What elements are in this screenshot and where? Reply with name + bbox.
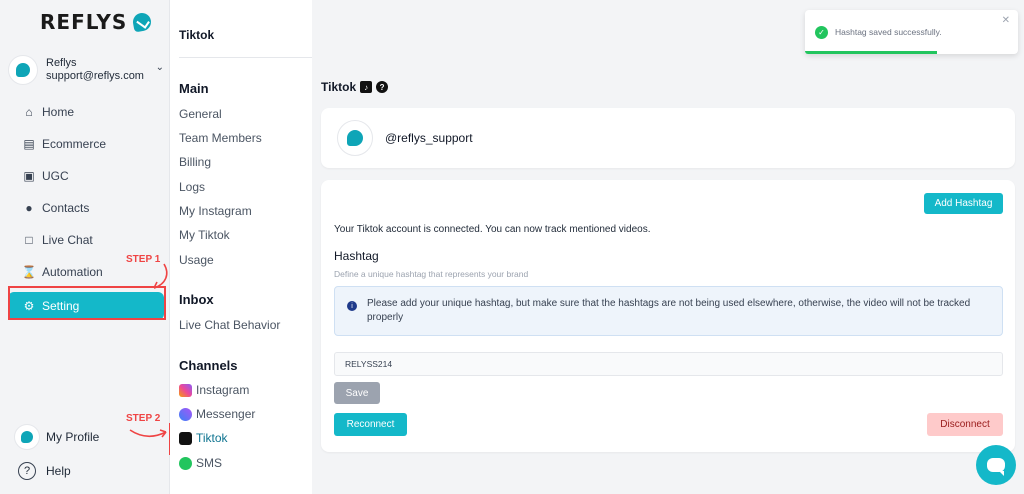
settings-menu: Tiktok Main General Team Members Billing…: [170, 0, 312, 494]
nav-item-label: Home: [42, 105, 75, 119]
hashtag-info-text: Please add your unique hashtag, but make…: [367, 298, 971, 323]
hashtag-hint: Define a unique hashtag that represents …: [334, 269, 529, 279]
tiktok-icon: ♪: [360, 81, 373, 93]
page-title-text: Tiktok: [321, 80, 357, 94]
menu-link-sms[interactable]: SMS: [179, 456, 222, 470]
step2-label: STEP 2: [126, 413, 161, 424]
nav-item-label: UGC: [42, 169, 69, 183]
nav-item-ugc[interactable]: ▣ UGC: [8, 160, 164, 192]
menu-link-my-instagram[interactable]: My Instagram: [179, 204, 252, 218]
menu-link-label: Tiktok: [196, 431, 228, 445]
nav-item-label: Contacts: [42, 201, 90, 215]
menu-section-inbox: Inbox: [179, 292, 214, 307]
disconnect-button[interactable]: Disconnect: [927, 413, 1003, 436]
step2-arrow-icon: [129, 429, 167, 438]
step1-highlight: [8, 286, 166, 320]
avatar: [8, 55, 38, 85]
sms-icon: [179, 456, 192, 470]
success-toast: ✓ Hashtag saved successfully. ✕: [805, 10, 1018, 54]
info-icon: i: [347, 301, 357, 311]
reconnect-button[interactable]: Reconnect: [334, 413, 407, 436]
automation-icon: ⌛: [21, 265, 37, 279]
chevron-down-icon: ⌄: [155, 62, 164, 73]
tiktok-handle: @reflys_support: [385, 131, 473, 145]
chat-icon: □: [25, 233, 33, 247]
menu-link-logs[interactable]: Logs: [179, 180, 205, 194]
menu-divider: [179, 57, 312, 58]
page-title: Tiktok ♪ ?: [321, 80, 389, 94]
toast-message: Hashtag saved successfully.: [835, 27, 942, 37]
step1-arrow-icon: [153, 263, 168, 289]
hashtag-settings-card: Add Hashtag Your Tiktok account is conne…: [321, 180, 1015, 452]
menu-link-general[interactable]: General: [179, 107, 222, 121]
tiktok-icon: [179, 431, 192, 445]
nav-item-contacts[interactable]: ● Contacts: [8, 192, 164, 224]
menu-link-label: Instagram: [196, 383, 250, 397]
add-hashtag-button[interactable]: Add Hashtag: [924, 193, 1003, 214]
brand-mark-icon: [131, 11, 153, 33]
menu-link-usage[interactable]: Usage: [179, 253, 214, 267]
menu-link-billing[interactable]: Billing: [179, 155, 211, 169]
menu-link-live-chat-behavior[interactable]: Live Chat Behavior: [179, 318, 280, 332]
chat-widget-button[interactable]: [976, 445, 1016, 485]
nav-item-ecommerce[interactable]: ▤ Ecommerce: [8, 128, 164, 160]
help-link[interactable]: ? Help: [14, 454, 99, 488]
connection-status-text: Your Tiktok account is connected. You ca…: [334, 224, 651, 235]
toast-progress-bar: [805, 51, 938, 54]
menu-link-label: SMS: [196, 456, 223, 470]
save-button[interactable]: Save: [334, 382, 380, 404]
nav-item-label: Live Chat: [42, 233, 93, 247]
my-profile-link[interactable]: My Profile: [14, 420, 99, 454]
home-icon: ⌂: [25, 105, 33, 119]
instagram-icon: [179, 383, 192, 397]
menu-link-instagram[interactable]: Instagram: [179, 383, 249, 397]
bottom-nav: My Profile ? Help: [14, 420, 99, 488]
account-email: support@reflys.com: [46, 70, 144, 82]
nav-item-label: Ecommerce: [42, 137, 107, 151]
help-icon[interactable]: ?: [376, 81, 389, 93]
image-icon: ▣: [23, 169, 35, 183]
menu-link-label: Messenger: [196, 407, 256, 421]
messenger-icon: [179, 407, 192, 421]
menu-section-channels: Channels: [179, 358, 238, 373]
hashtag-info-box: i Please add your unique hashtag, but ma…: [334, 286, 1003, 336]
menu-title: Tiktok: [179, 28, 215, 42]
menu-link-messenger[interactable]: Messenger: [179, 407, 255, 421]
account-switcher[interactable]: Reflys support@reflys.com ⌄: [8, 52, 166, 88]
nav-item-label: Automation: [42, 265, 103, 279]
account-name: Reflys: [46, 57, 77, 69]
nav-item-home[interactable]: ⌂ Home: [8, 96, 164, 128]
tiktok-profile-card: @reflys_support: [321, 108, 1015, 168]
help-icon: ?: [18, 462, 36, 480]
my-profile-label: My Profile: [46, 430, 100, 444]
help-label: Help: [46, 464, 71, 478]
menu-link-my-tiktok[interactable]: My Tiktok: [179, 228, 230, 242]
brand-name: REFLYS: [40, 10, 128, 34]
hashtag-input[interactable]: RELYSS214: [334, 352, 1003, 376]
menu-section-main: Main: [179, 81, 209, 96]
avatar: [14, 424, 40, 450]
chat-bubble-icon: [987, 458, 1005, 476]
hashtag-label: Hashtag: [334, 249, 379, 263]
check-circle-icon: ✓: [815, 26, 828, 39]
brand-logo[interactable]: REFLYS: [40, 10, 153, 34]
avatar: [337, 120, 373, 156]
nav-item-live-chat[interactable]: □ Live Chat: [8, 224, 164, 256]
menu-link-team-members[interactable]: Team Members: [179, 131, 262, 145]
menu-link-tiktok[interactable]: Tiktok: [179, 431, 228, 445]
store-icon: ▤: [23, 137, 35, 151]
users-icon: ●: [25, 201, 33, 215]
close-icon[interactable]: ✕: [1002, 15, 1010, 26]
